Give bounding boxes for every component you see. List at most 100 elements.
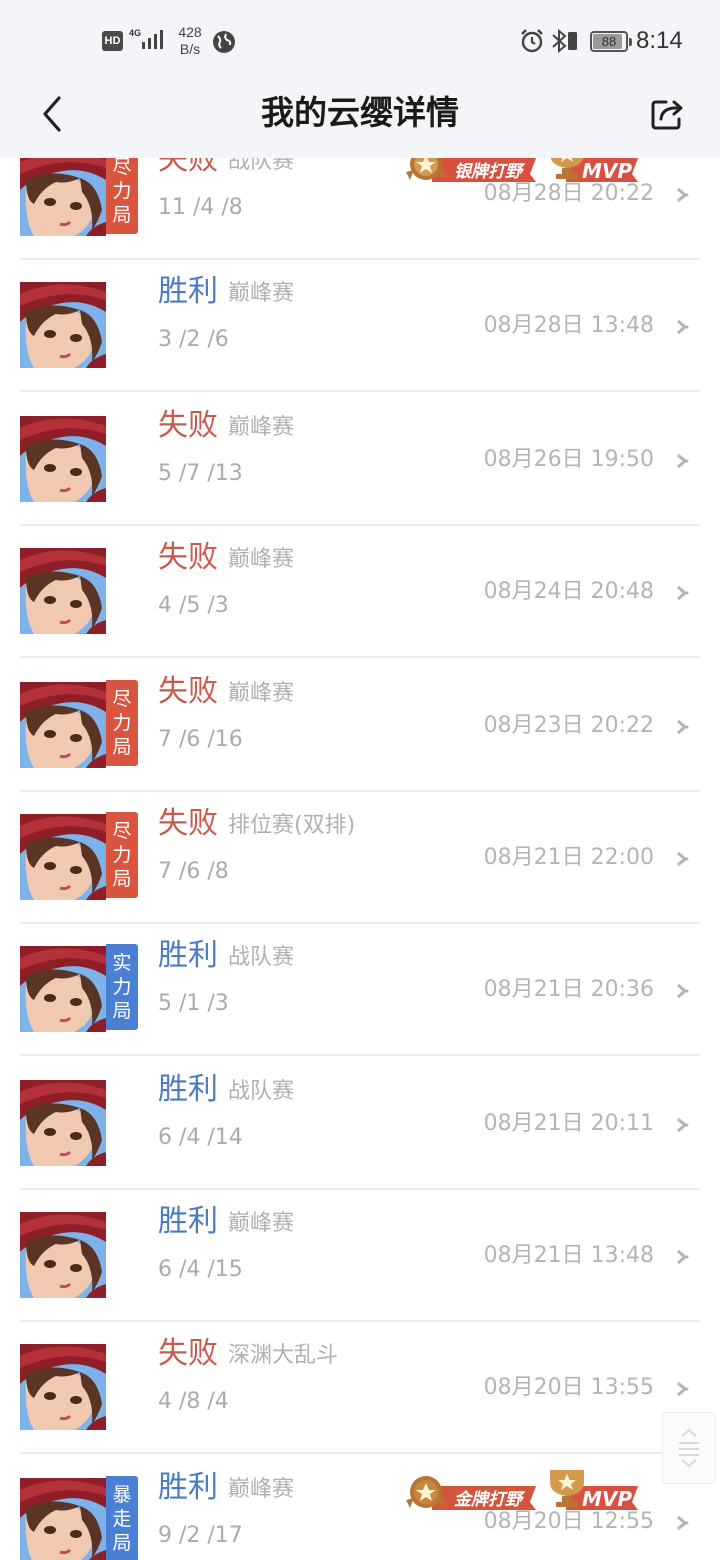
hero-portrait-icon	[20, 682, 106, 768]
match-row[interactable]: 尽力局失败 巅峰赛 7 /6 /16 08月23日 20:22	[0, 660, 720, 792]
match-row[interactable]: 暴走局胜利 巅峰赛 9 /2 /17 08月20日 12:55 金牌打野 MVP	[0, 1456, 720, 1560]
hero-avatar	[20, 682, 106, 768]
chevron-right-icon	[677, 453, 689, 469]
match-time: 08月26日 19:50	[483, 447, 654, 472]
match-kda: 9 /2 /17	[158, 1523, 243, 1548]
match-kda: 7 /6 /8	[158, 859, 229, 884]
match-result: 失败	[158, 674, 218, 709]
match-row[interactable]: 胜利 战队赛 6 /4 /14 08月21日 20:11	[0, 1058, 720, 1190]
match-mode: 巅峰赛	[228, 281, 295, 306]
match-time: 08月21日 22:00	[483, 845, 654, 870]
hero-portrait-icon	[20, 1478, 106, 1560]
share-button[interactable]	[648, 94, 688, 134]
match-kda: 11 /4 /8	[158, 195, 243, 220]
match-mode: 巅峰赛	[228, 1211, 295, 1236]
match-result: 失败	[158, 1336, 218, 1371]
battery-level: 88	[601, 34, 617, 49]
status-bar: HD 4G 428 B/s 88 8:14	[0, 0, 720, 84]
hero-portrait-icon	[20, 548, 106, 634]
chevron-right-icon	[677, 851, 689, 867]
hero-avatar	[20, 282, 106, 368]
scroll-to-top-button[interactable]	[662, 1412, 716, 1484]
alarm-icon	[521, 29, 543, 53]
chevron-right-icon	[677, 319, 689, 335]
match-mode: 排位赛(双排)	[228, 813, 356, 838]
chevron-right-icon	[677, 585, 689, 601]
match-time: 08月21日 13:48	[483, 1243, 654, 1268]
hero-portrait-icon	[20, 282, 106, 368]
match-result: 失败	[158, 540, 218, 575]
match-tag: 尽力局	[106, 148, 138, 234]
chevron-right-icon	[677, 1117, 689, 1133]
match-time: 08月28日 13:48	[483, 313, 654, 338]
match-row[interactable]: 失败 巅峰赛 5 /7 /13 08月26日 19:50	[0, 394, 720, 526]
chevron-right-icon	[677, 719, 689, 735]
match-kda: 6 /4 /14	[158, 1125, 243, 1150]
hero-portrait-icon	[20, 1212, 106, 1298]
match-time: 08月24日 20:48	[483, 579, 654, 604]
mvp-badge: MVP	[546, 1468, 640, 1514]
hero-portrait-icon	[20, 150, 106, 236]
gold-jungle-badge-icon: 金牌打野	[406, 1476, 536, 1510]
match-kda: 6 /4 /15	[158, 1257, 243, 1282]
match-result: 胜利	[158, 938, 218, 973]
match-result: 胜利	[158, 1204, 218, 1239]
match-mode: 战队赛	[228, 945, 295, 970]
match-row[interactable]: 胜利 巅峰赛 3 /2 /6 08月28日 13:48	[0, 260, 720, 392]
signal-icon	[142, 30, 163, 49]
match-row[interactable]: 实力局胜利 战队赛 5 /1 /3 08月21日 20:36	[0, 924, 720, 1056]
match-mode: 深渊大乱斗	[228, 1343, 339, 1368]
match-mode: 战队赛	[228, 1079, 295, 1104]
match-kda: 7 /6 /16	[158, 727, 243, 752]
chevron-right-icon	[677, 187, 689, 203]
gold-jungle-badge: 金牌打野	[404, 1474, 538, 1514]
hero-avatar	[20, 1344, 106, 1430]
match-result: 胜利	[158, 1072, 218, 1107]
hero-avatar	[20, 548, 106, 634]
row-divider	[20, 656, 700, 658]
row-divider	[20, 1452, 700, 1454]
mvp-badge-icon: MVP	[550, 1470, 638, 1511]
row-divider	[20, 1054, 700, 1056]
chevron-right-icon	[677, 1249, 689, 1265]
match-result: 失败	[158, 408, 218, 443]
match-row[interactable]: 胜利 巅峰赛 6 /4 /15 08月21日 13:48	[0, 1190, 720, 1322]
match-row[interactable]: 尽力局失败 排位赛(双排) 7 /6 /8 08月21日 22:00	[0, 792, 720, 924]
bluetooth-icon	[552, 28, 577, 54]
match-time: 08月21日 20:11	[483, 1111, 654, 1136]
jungle-badge-label: 金牌打野	[454, 1490, 525, 1510]
nav-bar: 我的云缨详情	[0, 84, 720, 158]
mvp-label: MVP	[582, 159, 632, 183]
hd-indicator: HD	[102, 31, 123, 51]
match-kda: 3 /2 /6	[158, 327, 229, 352]
network-speed: 428 B/s	[172, 24, 208, 58]
match-mode: 巅峰赛	[228, 547, 295, 572]
hero-avatar	[20, 946, 106, 1032]
match-tag: 暴走局	[106, 1476, 138, 1560]
match-result: 失败	[158, 806, 218, 841]
battery-icon: 88	[590, 31, 632, 52]
scroll-handle-icon	[679, 1428, 699, 1468]
globe-icon	[213, 31, 235, 53]
match-kda: 4 /5 /3	[158, 593, 229, 618]
row-divider	[20, 390, 700, 392]
match-result: 胜利	[158, 274, 218, 309]
hero-avatar	[20, 1080, 106, 1166]
hero-portrait-icon	[20, 1344, 106, 1430]
hero-portrait-icon	[20, 416, 106, 502]
speed-value: 428	[178, 24, 202, 40]
share-icon	[651, 100, 683, 130]
match-mode: 巅峰赛	[228, 681, 295, 706]
chevron-right-icon	[677, 983, 689, 999]
hero-portrait-icon	[20, 946, 106, 1032]
hero-portrait-icon	[20, 814, 106, 900]
match-mode: 巅峰赛	[228, 1477, 295, 1502]
match-result: 胜利	[158, 1470, 218, 1505]
match-tag: 尽力局	[106, 812, 138, 898]
match-tag: 实力局	[106, 944, 138, 1030]
chevron-right-icon	[677, 1381, 689, 1397]
match-row[interactable]: 失败 巅峰赛 4 /5 /3 08月24日 20:48	[0, 526, 720, 658]
match-row[interactable]: 失败 深渊大乱斗 4 /8 /4 08月20日 13:55	[0, 1322, 720, 1454]
match-kda: 4 /8 /4	[158, 1389, 229, 1414]
match-kda: 5 /1 /3	[158, 991, 229, 1016]
